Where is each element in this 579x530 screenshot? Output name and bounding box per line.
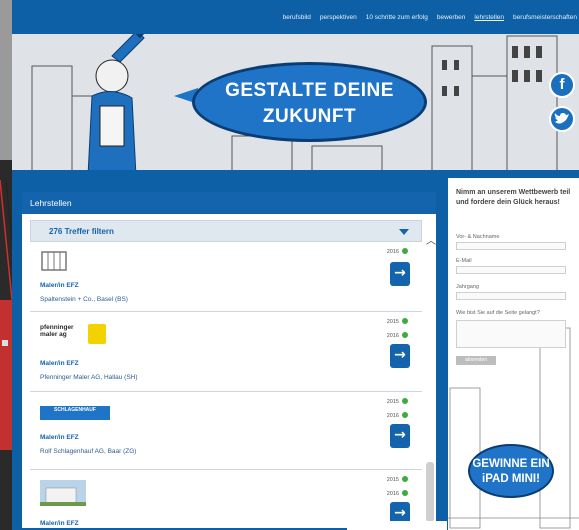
photo-glare: [347, 521, 447, 530]
twitter-icon[interactable]: [549, 106, 575, 132]
name-field[interactable]: [456, 242, 566, 250]
nav-perspektiven[interactable]: perspektiven: [320, 14, 357, 21]
list-item[interactable]: SCHLAGENHAUF Maler/in EFZ Rolf Schlagenh…: [30, 392, 422, 470]
open-arrow-button[interactable]: →: [390, 424, 410, 448]
year-badge: 2016: [387, 248, 408, 255]
open-arrow-button[interactable]: →: [390, 344, 410, 368]
scrollbar-thumb[interactable]: [426, 462, 434, 522]
job-title[interactable]: Maler/in EFZ: [40, 434, 79, 441]
screen-bezel-grey: [0, 0, 12, 160]
job-title[interactable]: Maler/in EFZ: [40, 360, 79, 367]
name-label: Vor- & Nachname: [456, 234, 500, 240]
scroll-up-icon[interactable]: ︿: [426, 232, 436, 247]
lehrstellen-panel: Lehrstellen 276 Treffer filtern ︿ Maler/…: [20, 190, 438, 530]
list-item[interactable]: pfenninger maler ag Maler/in EFZ Pfennin…: [30, 312, 422, 392]
job-list: Maler/in EFZ Spaltenstein + Co., Basel (…: [30, 244, 422, 530]
win-line1: GEWINNE EIN: [472, 458, 550, 470]
filter-toggle[interactable]: 276 Treffer filtern: [30, 220, 422, 242]
panel-title: Lehrstellen: [22, 192, 436, 214]
filter-label: 276 Treffer filtern: [49, 227, 114, 236]
email-label: E-Mail: [456, 258, 472, 264]
hero-headline-line2: ZUKUNFT: [262, 106, 357, 127]
chevron-down-icon: [399, 229, 409, 235]
company-name: Spaltenstein + Co., Basel (BS): [40, 296, 128, 303]
source-field[interactable]: [456, 320, 566, 348]
job-title[interactable]: Maler/in EFZ: [40, 282, 79, 289]
building-icon: [41, 251, 67, 271]
year-field[interactable]: [456, 292, 566, 300]
contest-intro: Nimm an unserem Wettbewerb teil und ford…: [456, 189, 571, 206]
main-nav: berufsbild perspektiven 10 schritte zum …: [283, 14, 579, 21]
list-item[interactable]: Maler/in EFZ Spaltenstein + Co., Basel (…: [30, 244, 422, 312]
pfenninger-logo-text: pfenninger maler ag: [40, 324, 74, 338]
year-badge: 2016: [387, 332, 408, 339]
nav-lehrstellen[interactable]: lehrstellen: [474, 14, 504, 21]
year-badge: 2016: [387, 412, 408, 419]
year-badge: 2015: [387, 318, 408, 325]
year-badge: 2015: [387, 476, 408, 483]
hero-bottom-border: [12, 170, 579, 178]
open-arrow-button[interactable]: →: [390, 262, 410, 286]
year-badge: 2015: [387, 398, 408, 405]
hero-headline-line1: GESTALTE DEINE: [225, 80, 394, 101]
nav-10-schritte[interactable]: 10 schritte zum erfolg: [366, 14, 428, 21]
facebook-icon[interactable]: f: [549, 72, 575, 98]
nav-berufsbild[interactable]: berufsbild: [283, 14, 311, 21]
submit-button[interactable]: absenden: [456, 356, 496, 365]
year-badge: 2016: [387, 490, 408, 497]
email-field[interactable]: [456, 266, 566, 274]
source-label: Wie bist Sie auf die Seite gelangt?: [456, 310, 540, 316]
schlagenhauf-logo: SCHLAGENHAUF: [40, 406, 110, 420]
company-name: Rolf Schlagenhauf AG, Baar (ZG): [40, 448, 137, 455]
top-nav-bar: berufsbild perspektiven 10 schritte zum …: [12, 0, 579, 34]
pfenninger-logo-mark: [88, 324, 106, 344]
win-line2: iPAD MINI!: [482, 473, 540, 485]
win-ipad-badge[interactable]: GEWINNE EIN iPAD MINI!: [468, 444, 554, 498]
nav-bewerben[interactable]: bewerben: [437, 14, 466, 21]
nav-berufsmeisterschaften[interactable]: berufsmeisterschaften: [513, 14, 577, 21]
hero-banner: berufsbild perspektiven 10 schritte zum …: [12, 0, 579, 178]
year-label: Jahrgang: [456, 284, 479, 290]
pfenninger-logo: pfenninger maler ag: [40, 324, 108, 346]
job-title[interactable]: Maler/in EFZ: [40, 520, 79, 527]
contest-sidebar: Nimm an unserem Wettbewerb teil und ford…: [448, 178, 579, 530]
company-name: Pfenninger Maler AG, Hallau (SH): [40, 374, 138, 381]
hero-headline: GESTALTE DEINE ZUKUNFT: [192, 78, 427, 130]
building-photo: [40, 480, 86, 506]
website-frame: berufsbild perspektiven 10 schritte zum …: [12, 0, 579, 530]
